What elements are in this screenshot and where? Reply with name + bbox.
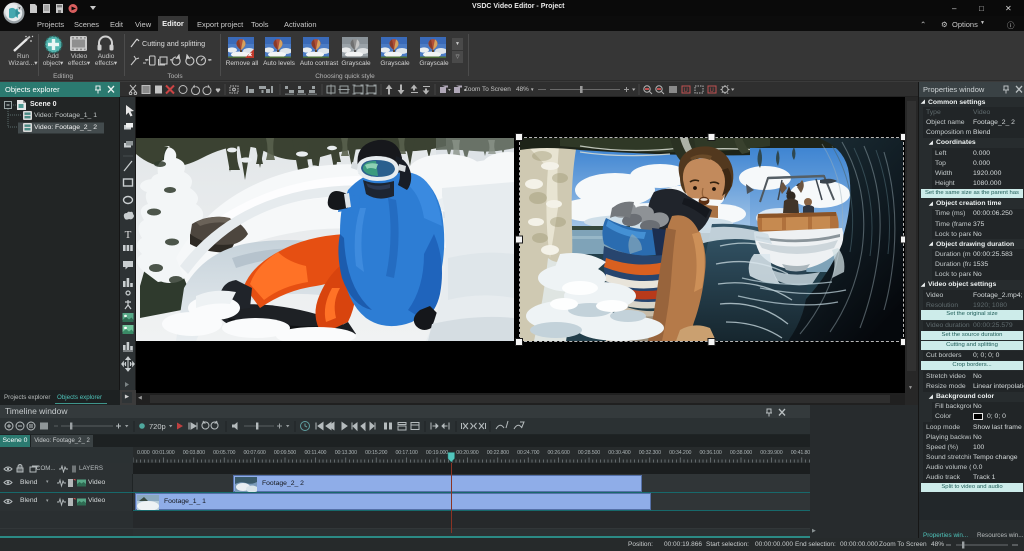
- svg-text:00:15.200: 00:15.200: [365, 450, 387, 456]
- svg-text:00:11.400: 00:11.400: [304, 450, 326, 456]
- svg-text:U: U: [710, 88, 714, 94]
- svg-text:720p: 720p: [149, 422, 166, 431]
- svg-text:00:41.800: 00:41.800: [791, 450, 810, 456]
- svg-text:00:34.200: 00:34.200: [669, 450, 691, 456]
- svg-text:00:17.100: 00:17.100: [395, 450, 417, 456]
- svg-text:00:05.700: 00:05.700: [213, 450, 235, 456]
- svg-text:T: T: [125, 229, 132, 241]
- svg-text:00:28.500: 00:28.500: [578, 450, 600, 456]
- svg-text:00:09.500: 00:09.500: [274, 450, 296, 456]
- svg-text:00:36.100: 00:36.100: [699, 450, 721, 456]
- svg-text:00:20.900: 00:20.900: [456, 450, 478, 456]
- svg-text:U: U: [684, 88, 688, 94]
- svg-text:00:39.900: 00:39.900: [760, 450, 782, 456]
- svg-text:00:01.900: 00:01.900: [152, 450, 174, 456]
- svg-text:00:03.800: 00:03.800: [183, 450, 205, 456]
- svg-text:00:26.600: 00:26.600: [547, 450, 569, 456]
- svg-text:00:22.800: 00:22.800: [487, 450, 509, 456]
- svg-text:00:13.300: 00:13.300: [335, 450, 357, 456]
- svg-text:00:19.000: 00:19.000: [426, 450, 448, 456]
- svg-text:00:30.400: 00:30.400: [608, 450, 630, 456]
- svg-text:00:07.600: 00:07.600: [243, 450, 265, 456]
- svg-text:00:24.700: 00:24.700: [517, 450, 539, 456]
- svg-text:0.000: 0.000: [137, 450, 150, 456]
- svg-text:00:38.000: 00:38.000: [730, 450, 752, 456]
- svg-text:00:32.300: 00:32.300: [639, 450, 661, 456]
